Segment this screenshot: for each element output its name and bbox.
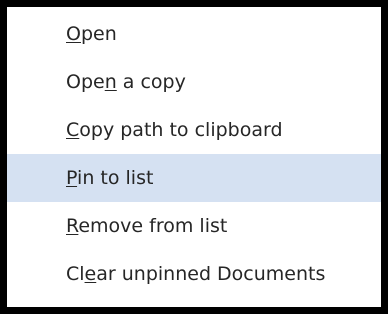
menu-item-open-a-copy[interactable]: Open a copy bbox=[7, 58, 381, 106]
access-key: P bbox=[66, 167, 78, 189]
access-key: O bbox=[66, 23, 81, 45]
menu-item-label: Copy path to clipboard bbox=[66, 119, 283, 141]
menu-item-label: Pin to list bbox=[66, 167, 154, 189]
menu-item-pin-to-list[interactable]: Pin to list bbox=[7, 154, 381, 202]
menu-item-copy-path[interactable]: Copy path to clipboard bbox=[7, 106, 381, 154]
menu-item-remove-from-list[interactable]: Remove from list bbox=[7, 202, 381, 250]
menu-item-label: Open bbox=[66, 23, 117, 45]
context-menu: Open Open a copy Copy path to clipboard … bbox=[7, 7, 381, 307]
menu-item-label: Clear unpinned Documents bbox=[66, 263, 326, 285]
menu-item-clear-unpinned[interactable]: Clear unpinned Documents bbox=[7, 250, 381, 298]
access-key: C bbox=[66, 119, 80, 141]
menu-item-open[interactable]: Open bbox=[7, 10, 381, 58]
menu-item-label: Open a copy bbox=[66, 71, 186, 93]
access-key: R bbox=[66, 215, 79, 237]
menu-item-label: Remove from list bbox=[66, 215, 228, 237]
access-key: n bbox=[104, 71, 117, 93]
access-key: e bbox=[84, 263, 97, 285]
